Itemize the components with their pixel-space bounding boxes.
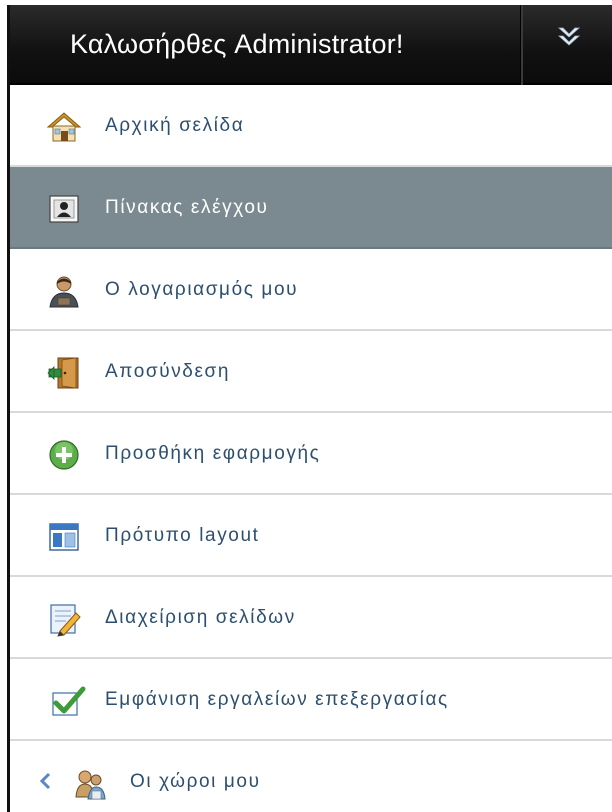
menu-item-layout-template[interactable]: Πρότυπο layout — [10, 495, 612, 577]
menu-item-show-edit-tools[interactable]: Εμφάνιση εργαλείων επεξεργασίας — [10, 659, 612, 741]
menu-item-label: Ο λογαριασμός μου — [105, 279, 299, 300]
menu-item-label: Αποσύνδεση — [105, 361, 231, 382]
users-group-icon — [75, 770, 106, 800]
menu-item-label: Προσθήκη εφαρμογής — [105, 443, 321, 464]
door-exit-icon — [47, 357, 79, 389]
chevron-left-icon — [39, 772, 51, 790]
menu-item-label: Οι χώροι μου — [130, 771, 261, 792]
menu-item-label: Αρχική σελίδα — [105, 115, 245, 136]
menu-item-my-places[interactable]: Οι χώροι μου — [10, 741, 612, 812]
menu-item-label: Εμφάνιση εργαλείων επεξεργασίας — [105, 689, 449, 710]
dock-menu-panel: Καλωσήρθες Administrator! Αρχική σελίδα — [7, 5, 612, 812]
menu-item-label: Πίνακας ελέγχου — [105, 197, 269, 218]
user-account-icon — [49, 276, 79, 308]
add-circle-icon — [49, 440, 79, 470]
menu-item-my-account[interactable]: Ο λογαριασμός μου — [10, 249, 612, 331]
menu-list: Αρχική σελίδα Πίνακας ελέγχου Ο λογαριασ… — [10, 85, 612, 812]
edit-page-icon — [50, 604, 81, 637]
menu-item-home[interactable]: Αρχική σελίδα — [10, 85, 612, 167]
menu-item-label: Διαχείριση σελίδων — [105, 607, 296, 628]
layout-icon — [49, 523, 79, 551]
dock-header: Καλωσήρθες Administrator! — [10, 5, 612, 85]
collapse-arrows-icon — [557, 27, 581, 46]
welcome-title: Καλωσήρθες Administrator! — [70, 29, 404, 59]
user-card-icon — [49, 195, 79, 223]
menu-item-add-application[interactable]: Προσθήκη εφαρμογής — [10, 413, 612, 495]
menu-item-control-panel[interactable]: Πίνακας ελέγχου — [10, 167, 612, 249]
menu-item-label: Πρότυπο layout — [105, 525, 260, 546]
collapse-toggle-button[interactable] — [522, 5, 612, 85]
menu-item-logout[interactable]: Αποσύνδεση — [10, 331, 612, 413]
menu-item-manage-pages[interactable]: Διαχείριση σελίδων — [10, 577, 612, 659]
checkmark-icon — [52, 686, 86, 716]
home-icon — [46, 112, 82, 142]
